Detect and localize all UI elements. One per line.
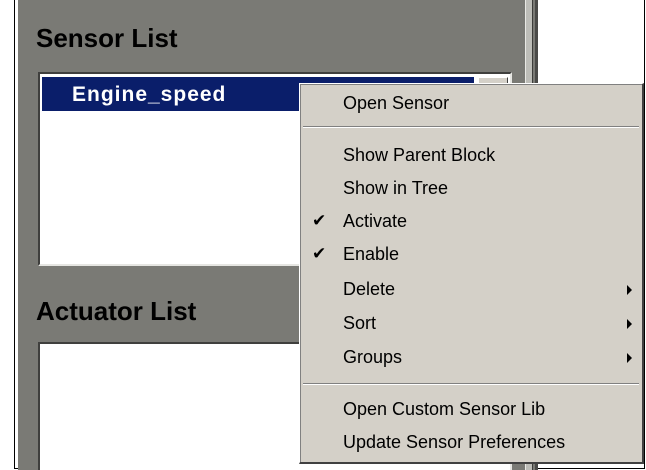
submenu-arrow-icon [627, 353, 632, 363]
sensor-list-item-label: Engine_speed [72, 83, 227, 106]
menu-item-update-sensor-preferences[interactable]: Update Sensor Preferences [300, 427, 640, 460]
menu-item-show-parent-block[interactable]: Show Parent Block [300, 140, 640, 173]
context-menu: Open Sensor Show Parent Block Show in Tr… [299, 83, 644, 464]
menu-item-delete[interactable]: Delete [300, 274, 640, 307]
menu-item-enable[interactable]: ✔ Enable [300, 239, 640, 272]
menu-item-activate[interactable]: ✔ Activate [300, 206, 640, 239]
menu-item-label: Enable [343, 244, 400, 264]
actuator-list-title: Actuator List [36, 296, 197, 326]
menu-item-label: Update Sensor Preferences [343, 432, 566, 452]
submenu-arrow-icon [627, 319, 632, 329]
menu-item-groups[interactable]: Groups [300, 342, 640, 375]
menu-separator [303, 383, 639, 385]
menu-item-label: Sort [343, 313, 377, 333]
menu-item-show-in-tree[interactable]: Show in Tree [300, 173, 640, 206]
check-icon: ✔ [312, 244, 327, 264]
menu-item-label: Activate [343, 211, 408, 231]
window: Sensor List Engine_speed Actuator List O… [0, 0, 646, 470]
check-icon: ✔ [312, 211, 327, 231]
menu-item-sort[interactable]: Sort [300, 308, 640, 341]
menu-item-label: Delete [343, 279, 396, 299]
submenu-arrow-icon [627, 285, 632, 295]
sensor-list-title: Sensor List [36, 23, 178, 53]
menu-item-label: Open Custom Sensor Lib [343, 399, 546, 419]
menu-item-label: Groups [343, 347, 403, 367]
menu-item-open-custom-sensor-lib[interactable]: Open Custom Sensor Lib [300, 394, 640, 427]
menu-item-open-sensor[interactable]: Open Sensor [300, 88, 640, 121]
menu-item-label: Show in Tree [343, 178, 449, 198]
menu-item-label: Open Sensor [343, 93, 450, 113]
menu-item-label: Show Parent Block [343, 145, 496, 165]
menu-separator [303, 126, 639, 128]
